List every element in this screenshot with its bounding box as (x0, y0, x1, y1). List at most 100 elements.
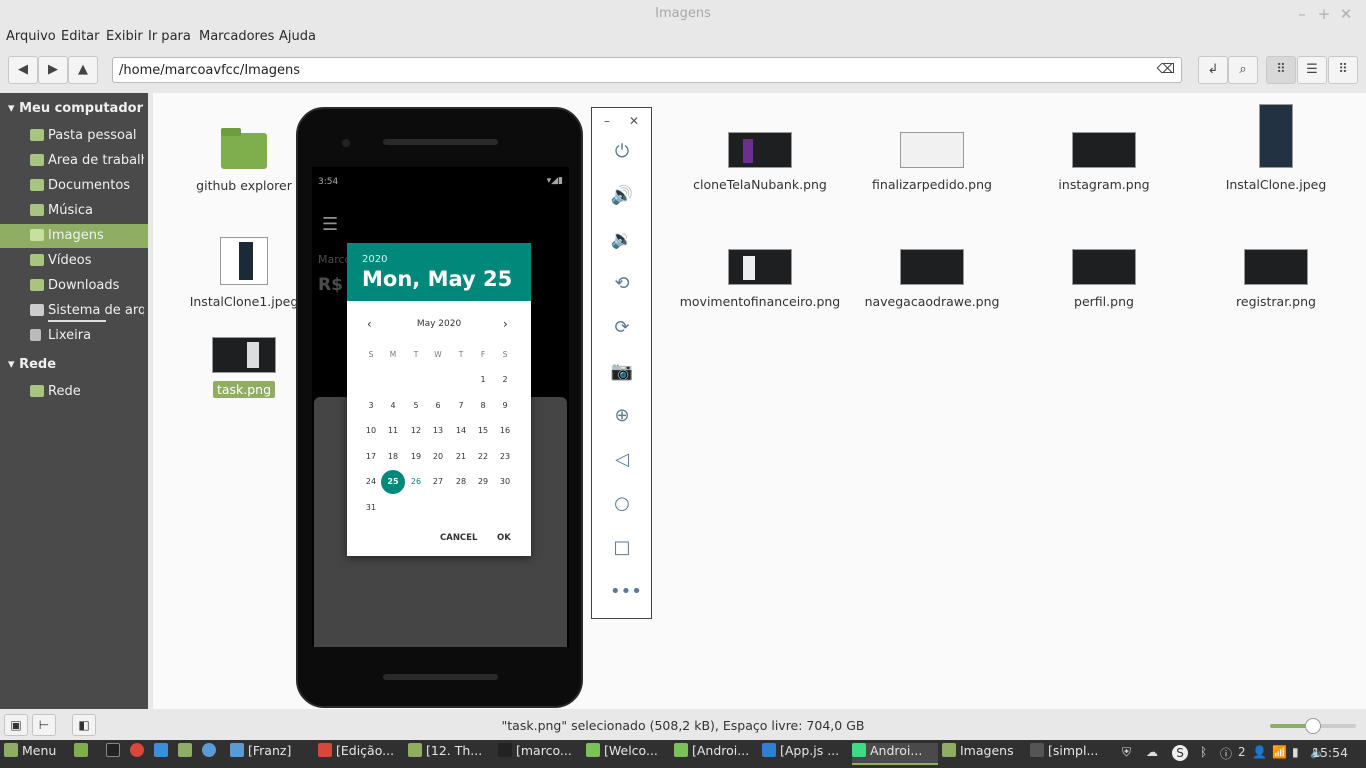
launcher-folder[interactable] (178, 743, 198, 765)
notifications-icon[interactable]: ⓘ (1220, 745, 1232, 762)
next-month-icon[interactable]: › (503, 317, 508, 331)
calendar-day[interactable]: 2 (495, 375, 515, 384)
menu-exibir[interactable]: Exibir (106, 29, 143, 44)
sidebar-item-network[interactable]: Rede (0, 380, 148, 404)
sidebar-item-filesystem[interactable]: Sistema de arquivos (0, 299, 148, 323)
calendar-day[interactable]: 10 (361, 426, 381, 435)
list-view-button[interactable]: ☰ (1297, 56, 1327, 84)
taskbar-window-button[interactable]: [App.js ... (762, 743, 848, 765)
calendar-day[interactable]: 5 (406, 401, 426, 410)
taskbar-window-button[interactable]: [marco... (498, 743, 582, 765)
launcher-chrome[interactable] (130, 743, 150, 765)
battery-icon[interactable]: ▮ (1292, 745, 1299, 759)
sidebar-section-computer[interactable]: ▾ Meu computador (8, 101, 143, 116)
rotate-left-icon[interactable]: ⟲ (610, 272, 634, 296)
calendar-day[interactable]: 14 (451, 426, 471, 435)
power-icon[interactable]: ⏻ (610, 140, 634, 164)
menu-marcadores[interactable]: Marcadores (199, 29, 274, 44)
forward-button[interactable]: ▶ (38, 56, 68, 84)
emulator-minimize-icon[interactable]: – (604, 114, 610, 128)
overview-square-icon[interactable]: □ (610, 536, 634, 560)
launcher-files[interactable] (74, 743, 94, 765)
file-item[interactable]: cloneTelaNubank.png (675, 132, 845, 193)
launcher-monitor[interactable] (154, 743, 174, 765)
calendar-day[interactable]: 6 (428, 401, 448, 410)
calendar-day[interactable]: 29 (473, 477, 493, 486)
calendar-day[interactable]: 24 (361, 477, 381, 486)
file-item[interactable]: instagram.png (1019, 132, 1189, 193)
calendar-day[interactable]: 22 (473, 452, 493, 461)
taskbar-window-button[interactable]: [Androi... (674, 743, 758, 765)
start-menu-button[interactable]: Menu (4, 743, 64, 765)
back-button[interactable]: ◀ (8, 56, 38, 84)
zoom-icon[interactable]: ⊕ (610, 404, 634, 428)
update-icon[interactable]: ☁ (1146, 745, 1158, 759)
picker-year[interactable]: 2020 (362, 254, 387, 265)
rotate-right-icon[interactable]: ⟳ (610, 316, 634, 340)
calendar-day[interactable]: 13 (428, 426, 448, 435)
calendar-day[interactable]: 23 (495, 452, 515, 461)
calendar-day[interactable]: 16 (495, 426, 515, 435)
launcher-terminal[interactable] (106, 743, 126, 765)
sidebar-item-videos[interactable]: Vídeos (0, 249, 148, 273)
calendar-day[interactable]: 26 (406, 477, 426, 486)
sidebar-item-home[interactable]: Pasta pessoal (0, 124, 148, 148)
back-triangle-icon[interactable]: ◁ (610, 448, 634, 472)
taskbar-window-button[interactable]: [Edição... (318, 743, 404, 765)
calendar-day[interactable]: 15 (473, 426, 493, 435)
close-button[interactable]: ✕ (1336, 4, 1356, 24)
sidebar-item-documents[interactable]: Documentos (0, 174, 148, 198)
menu-arquivo[interactable]: Arquivo (6, 29, 56, 44)
file-item[interactable]: registrar.png (1191, 249, 1361, 310)
minimize-button[interactable]: – (1292, 4, 1312, 24)
calendar-day[interactable]: 3 (361, 401, 381, 410)
zoom-slider-handle[interactable] (1305, 718, 1321, 734)
taskbar-window-button[interactable]: [Franz] (230, 743, 314, 765)
calendar-day[interactable]: 30 (495, 477, 515, 486)
file-item[interactable]: InstalClone.jpeg (1191, 104, 1361, 193)
calendar-day[interactable]: 21 (451, 452, 471, 461)
skype-icon[interactable]: S (1172, 745, 1188, 761)
compact-view-button[interactable]: ⠿ (1328, 56, 1358, 84)
taskbar-window-button[interactable]: [12. Th... (408, 743, 494, 765)
menu-ajuda[interactable]: Ajuda (279, 29, 316, 44)
sidebar-item-downloads[interactable]: Downloads (0, 274, 148, 298)
taskbar-window-button[interactable]: [simpl... (1030, 743, 1106, 765)
menu-editar[interactable]: Editar (61, 29, 100, 44)
zoom-slider[interactable] (1270, 718, 1356, 734)
calendar-day[interactable]: 19 (406, 452, 426, 461)
file-item[interactable]: finalizarpedido.png (847, 132, 1017, 193)
calendar-day[interactable]: 9 (495, 401, 515, 410)
calendar-day[interactable]: 27 (428, 477, 448, 486)
clock[interactable]: 15:54 (1312, 745, 1348, 760)
taskbar-window-button[interactable]: [Welco... (586, 743, 670, 765)
clear-location-icon[interactable]: ⌫ (1157, 62, 1175, 77)
file-item[interactable]: navegacaodrawe.png (847, 249, 1017, 310)
calendar-day[interactable]: 1 (473, 375, 493, 384)
volume-up-icon[interactable]: 🔊 (610, 184, 634, 208)
maximize-button[interactable]: + (1314, 4, 1334, 24)
calendar-day[interactable]: 7 (451, 401, 471, 410)
home-circle-icon[interactable]: ○ (610, 492, 634, 516)
taskbar-window-button[interactable]: Androi... (852, 743, 938, 765)
wifi-icon[interactable]: 📶 (1272, 745, 1287, 759)
volume-down-icon[interactable]: 🔉 (610, 228, 634, 252)
menu-ir-para[interactable]: Ir para (148, 29, 191, 44)
emulator-close-icon[interactable]: ✕ (629, 114, 639, 128)
calendar-day[interactable]: 31 (361, 503, 381, 512)
search-button[interactable]: ⌕ (1228, 56, 1258, 84)
calendar-day[interactable]: 20 (428, 452, 448, 461)
calendar-day[interactable]: 18 (383, 452, 403, 461)
calendar-day[interactable]: 8 (473, 401, 493, 410)
icon-view-button[interactable]: ⠿ (1266, 56, 1296, 84)
calendar-day[interactable]: 4 (383, 401, 403, 410)
bluetooth-icon[interactable]: ᛒ (1200, 745, 1207, 759)
sidebar-item-music[interactable]: Música (0, 199, 148, 223)
calendar-day[interactable]: 11 (383, 426, 403, 435)
file-item[interactable]: perfil.png (1019, 249, 1189, 310)
ok-button[interactable]: OK (497, 533, 511, 543)
file-item[interactable]: movimentofinanceiro.png (675, 249, 845, 310)
calendar-day[interactable]: 12 (406, 426, 426, 435)
sidebar-item-trash[interactable]: Lixeira (0, 324, 148, 348)
more-icon[interactable]: ••• (610, 580, 642, 604)
